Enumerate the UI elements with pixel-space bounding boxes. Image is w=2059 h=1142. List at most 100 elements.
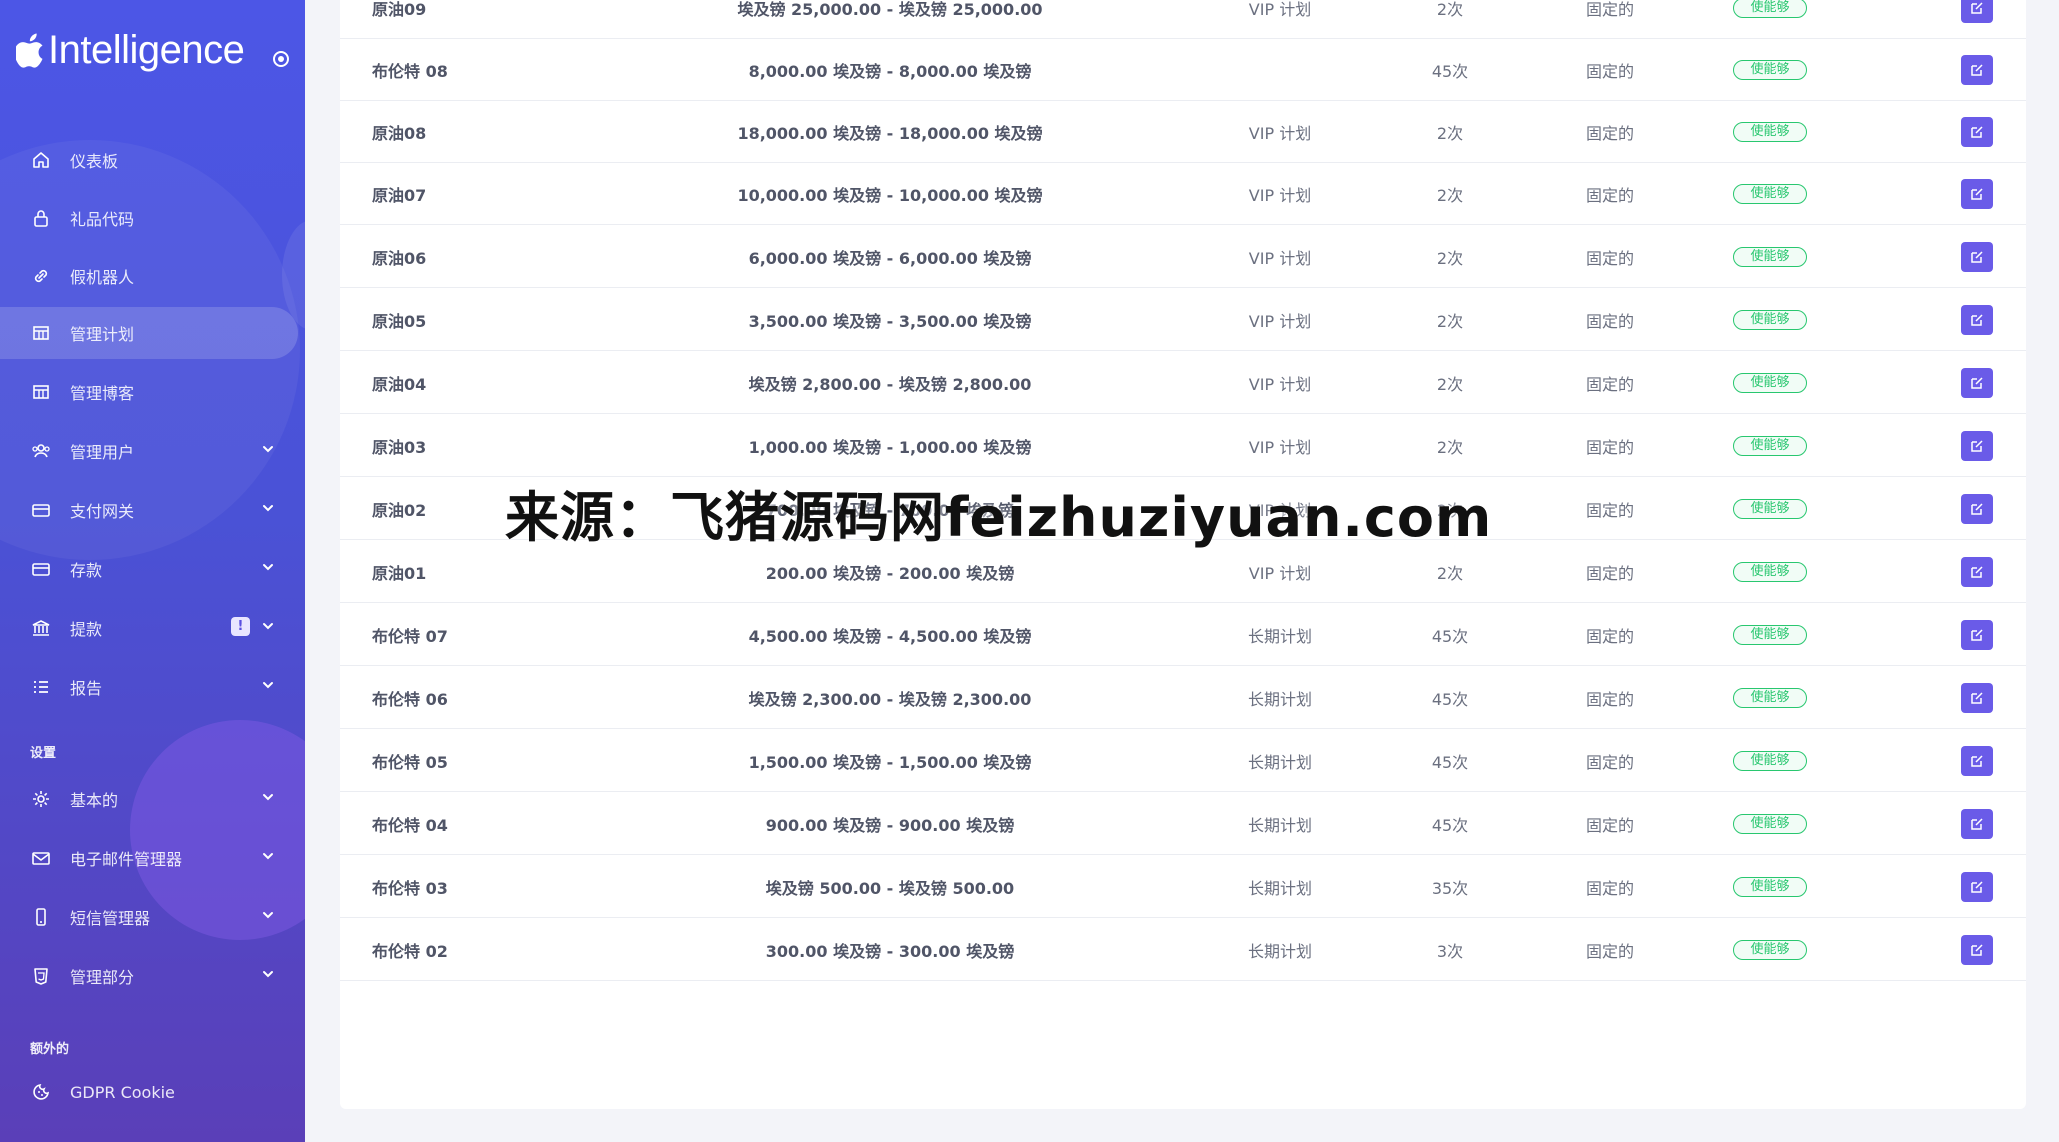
- edit-button[interactable]: [1961, 305, 1993, 335]
- edit-button[interactable]: [1961, 494, 1993, 524]
- plan-name: 布伦特 05: [372, 753, 448, 772]
- sidebar-item-label: 短信管理器: [70, 909, 151, 928]
- sidebar-item-label: 电子邮件管理器: [70, 850, 183, 869]
- edit-icon: [1971, 377, 1983, 389]
- brand-logo[interactable]: Intelligence: [16, 28, 289, 73]
- status-badge: 使能够: [1733, 688, 1807, 708]
- edit-button[interactable]: [1961, 872, 1993, 902]
- plan-name: 布伦特 03: [372, 879, 448, 898]
- table-row: 布伦特 02 300.00 埃及镑 - 300.00 埃及镑 长期计划 3次 固…: [340, 919, 2026, 981]
- table-row: 布伦特 07 4,500.00 埃及镑 - 4,500.00 埃及镑 长期计划 …: [340, 604, 2026, 666]
- table-row: 原油04 埃及镑 2,800.00 - 埃及镑 2,800.00 VIP 计划 …: [340, 352, 2026, 414]
- plans-table-card: 原油09 埃及镑 25,000.00 - 埃及镑 25,000.00 VIP 计…: [340, 0, 2026, 1109]
- edit-button[interactable]: [1961, 0, 1993, 23]
- edit-button[interactable]: [1961, 620, 1993, 650]
- table-row: 原油09 埃及镑 25,000.00 - 埃及镑 25,000.00 VIP 计…: [340, 0, 2026, 39]
- table-row: 布伦特 05 1,500.00 埃及镑 - 1,500.00 埃及镑 长期计划 …: [340, 730, 2026, 792]
- amount-range: 4,500.00 埃及镑 - 4,500.00 埃及镑: [748, 627, 1032, 646]
- plan-name: 原油03: [372, 438, 427, 457]
- amount-range: 埃及镑 25,000.00 - 埃及镑 25,000.00: [737, 0, 1043, 19]
- status-badge: 使能够: [1733, 310, 1807, 330]
- sidebar-item-label: 礼品代码: [70, 210, 135, 229]
- alert-badge: !: [231, 617, 250, 636]
- edit-button[interactable]: [1961, 55, 1993, 85]
- edit-button[interactable]: [1961, 935, 1993, 965]
- sidebar: Intelligence 仪表板 礼品代码 假机器人 管理计划 管理博客 管理用…: [0, 0, 305, 1142]
- cookie-icon: [30, 1081, 52, 1103]
- chevron-down-icon: [263, 682, 273, 689]
- sidebar-item-label: 管理部分: [70, 968, 135, 987]
- grid-icon: [30, 381, 52, 403]
- edit-icon: [1971, 440, 1983, 452]
- sidebar-item-label: 管理计划: [70, 325, 135, 344]
- brand-name: Intelligence: [48, 28, 245, 72]
- edit-button[interactable]: [1961, 179, 1993, 209]
- status-badge: 使能够: [1733, 562, 1807, 582]
- users-icon: [30, 440, 52, 462]
- edit-button[interactable]: [1961, 117, 1993, 147]
- status-badge: 使能够: [1733, 436, 1807, 456]
- sidebar-item-manage-sections[interactable]: 管理部分: [0, 950, 298, 1002]
- amount-range: 8,000.00 埃及镑 - 8,000.00 埃及镑: [748, 62, 1032, 81]
- phone-icon: [30, 906, 52, 928]
- sidebar-item-withdrawals[interactable]: 提款 !: [0, 602, 298, 654]
- chevron-down-icon: [263, 971, 273, 978]
- edit-button[interactable]: [1961, 368, 1993, 398]
- plan-name: 原油08: [372, 124, 427, 143]
- status-badge: 使能够: [1733, 0, 1807, 18]
- sidebar-item-gift-codes[interactable]: 礼品代码: [0, 192, 298, 244]
- edit-icon: [1971, 188, 1983, 200]
- edit-button[interactable]: [1961, 557, 1993, 587]
- chevron-down-icon: [263, 853, 273, 860]
- chevron-down-icon: [263, 446, 273, 453]
- edit-button[interactable]: [1961, 431, 1993, 461]
- sidebar-item-manage-users[interactable]: 管理用户: [0, 425, 298, 477]
- status-badge: 使能够: [1733, 184, 1807, 204]
- table-row: 原油03 1,000.00 埃及镑 - 1,000.00 埃及镑 VIP 计划 …: [340, 415, 2026, 477]
- edit-icon: [1971, 755, 1983, 767]
- chevron-down-icon: [263, 912, 273, 919]
- plan-name: 原油04: [372, 375, 427, 394]
- sidebar-section-extra: 额外的: [30, 1042, 70, 1057]
- sidebar-toggle-icon[interactable]: [273, 51, 289, 67]
- table-row: 原油08 18,000.00 埃及镑 - 18,000.00 埃及镑 VIP 计…: [340, 101, 2026, 163]
- sidebar-item-gdpr-cookie[interactable]: GDPR Cookie: [0, 1066, 298, 1118]
- sidebar-item-manage-plans[interactable]: 管理计划: [0, 307, 298, 359]
- amount-range: 埃及镑 2,300.00 - 埃及镑 2,300.00: [748, 690, 1032, 709]
- chevron-down-icon: [263, 564, 273, 571]
- edit-button[interactable]: [1961, 242, 1993, 272]
- mail-icon: [30, 847, 52, 869]
- list-icon: [30, 676, 52, 698]
- sidebar-item-dashboard[interactable]: 仪表板: [0, 134, 298, 186]
- amount-range: 10,000.00 埃及镑 - 10,000.00 埃及镑: [737, 186, 1043, 205]
- chevron-down-icon: [263, 623, 273, 630]
- plan-name: 原油01: [372, 564, 427, 583]
- sidebar-item-sms-manager[interactable]: 短信管理器: [0, 891, 298, 943]
- sidebar-item-reports[interactable]: 报告: [0, 661, 298, 713]
- lock-icon: [30, 207, 52, 229]
- sidebar-item-payment-gateways[interactable]: 支付网关: [0, 484, 298, 536]
- sidebar-item-manage-blog[interactable]: 管理博客: [0, 366, 298, 418]
- table-row: 原油06 6,000.00 埃及镑 - 6,000.00 埃及镑 VIP 计划 …: [340, 226, 2026, 288]
- sidebar-item-email-manager[interactable]: 电子邮件管理器: [0, 832, 298, 884]
- bank-icon: [30, 617, 52, 639]
- edit-icon: [1971, 881, 1983, 893]
- edit-button[interactable]: [1961, 809, 1993, 839]
- edit-icon: [1971, 126, 1983, 138]
- plan-name: 原油05: [372, 312, 427, 331]
- sidebar-item-label: 管理博客: [70, 384, 135, 403]
- table-row: 布伦特 08 8,000.00 埃及镑 - 8,000.00 埃及镑 45次 固…: [340, 39, 2026, 101]
- edit-button[interactable]: [1961, 746, 1993, 776]
- edit-button[interactable]: [1961, 683, 1993, 713]
- sidebar-item-label: 支付网关: [70, 502, 135, 521]
- table-row: 原油05 3,500.00 埃及镑 - 3,500.00 埃及镑 VIP 计划 …: [340, 289, 2026, 351]
- amount-range: 300.00 埃及镑 - 300.00 埃及镑: [765, 942, 1015, 961]
- sidebar-item-label: 存款: [70, 561, 103, 580]
- sidebar-item-deposits[interactable]: 存款: [0, 543, 298, 595]
- edit-icon: [1971, 566, 1983, 578]
- amount-range: 900.00 埃及镑 - 900.00 埃及镑: [765, 816, 1015, 835]
- sidebar-item-general[interactable]: 基本的: [0, 773, 298, 825]
- plan-name: 布伦特 04: [372, 816, 448, 835]
- status-badge: 使能够: [1733, 940, 1807, 960]
- sidebar-item-fake-bots[interactable]: 假机器人: [0, 250, 298, 302]
